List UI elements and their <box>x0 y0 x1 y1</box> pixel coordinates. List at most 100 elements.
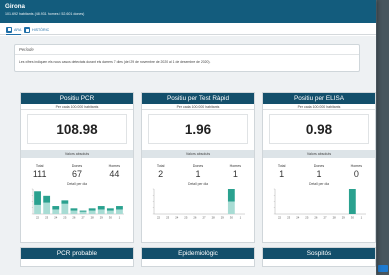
background-button[interactable] <box>378 265 388 272</box>
chart-bar <box>88 208 96 211</box>
tab-ara[interactable]: ARA <box>6 25 22 35</box>
stat-total: Total 111 <box>21 164 58 180</box>
x-tick-label: 27 <box>202 216 206 220</box>
x-tick-label: 30 <box>351 216 355 220</box>
card-subtitle: Per cada 100.000 habitants <box>142 104 254 110</box>
card-title: Sospitós <box>263 248 375 259</box>
rate-value: 108.98 <box>27 114 127 144</box>
daily-bar-chart: 22 23 24 25 26 27 28 29 30 1 <box>273 188 366 220</box>
chart-bar <box>79 211 87 214</box>
stats-row: Total 1 Dones 1 Homes 0 <box>263 164 375 180</box>
municipality-modal: Girona 101.692 habitants (48.931 homes i… <box>0 0 376 275</box>
chart-bar <box>70 208 78 211</box>
x-tick-label: 25 <box>184 216 188 220</box>
chart-bar <box>43 195 51 203</box>
card-positiu-test-rapid: Positiu per Test Ràpid Per cada 100.000 … <box>141 92 255 243</box>
chart-bar <box>79 210 87 212</box>
chart-bar <box>88 210 96 214</box>
x-tick-label: 22 <box>157 216 161 220</box>
card-positiu-pcr: Positiu PCR Per cada 100.000 habitants 1… <box>20 92 134 243</box>
x-tick-label: 26 <box>193 216 197 220</box>
chart-bar <box>70 210 78 214</box>
card-title: Positiu per Test Ràpid <box>142 93 254 104</box>
chart-bar <box>52 209 60 214</box>
x-tick-label: 29 <box>342 216 346 220</box>
card-positiu-elisa: Positiu per ELISA Per cada 100.000 habit… <box>262 92 376 243</box>
card-title: Positiu per ELISA <box>263 93 375 104</box>
tab-historic[interactable]: HISTÒRIC <box>24 25 49 35</box>
rate-value: 1.96 <box>148 114 248 144</box>
chart-bar <box>97 209 105 214</box>
stats-row: Total 111 Dones 67 Homes 44 <box>21 164 133 180</box>
chart-label: Detall per dia <box>188 182 208 186</box>
stat-value: 67 <box>71 169 82 179</box>
background-right-panel <box>377 0 389 275</box>
chart-bar <box>43 202 51 214</box>
x-tick-label: 23 <box>166 216 170 220</box>
x-tick-label: 28 <box>212 216 216 220</box>
x-tick-label: 22 <box>36 216 40 220</box>
x-tick-label: 30 <box>109 216 113 220</box>
chart-bar <box>116 206 123 210</box>
x-tick-label: 27 <box>323 216 327 220</box>
stat-value: 2 <box>158 169 164 179</box>
stat-value: 1 <box>316 169 322 179</box>
card-title: PCR probable <box>21 248 133 259</box>
chart-label: Detall per dia <box>309 182 329 186</box>
tab-label: HISTÒRIC <box>32 28 50 32</box>
x-tick-label: 25 <box>63 216 67 220</box>
stat-value: 1 <box>195 169 201 179</box>
x-tick-label: 26 <box>314 216 318 220</box>
stat-value: 111 <box>32 169 47 179</box>
x-tick-label: 29 <box>100 216 104 220</box>
stat-total: Total 2 <box>142 164 179 180</box>
absolute-values-header: Valors absoluts <box>142 150 254 158</box>
card-subtitle: Per cada 100.000 habitants <box>21 104 133 110</box>
x-tick-label: 29 <box>221 216 225 220</box>
modal-content: Període Les xifres indiquen els nous cas… <box>0 36 376 275</box>
chart-bar <box>61 203 69 214</box>
x-tick-label: 28 <box>333 216 337 220</box>
stat-dones: Dones 67 <box>59 164 96 180</box>
x-tick-label: 23 <box>45 216 49 220</box>
history-icon <box>24 27 30 33</box>
x-tick-label: 26 <box>72 216 76 220</box>
stat-dones: Dones 1 <box>180 164 217 180</box>
chart-bar <box>34 191 41 205</box>
stat-homes: Homes 44 <box>96 164 133 180</box>
period-text: Les xifres indiquen els nous casos detec… <box>19 60 211 64</box>
modal-title: Girona <box>5 3 25 10</box>
tab-label: ARA <box>14 27 22 32</box>
x-tick-label: 28 <box>91 216 95 220</box>
x-tick-label: 22 <box>278 216 282 220</box>
chart-bar <box>227 189 235 202</box>
daily-bar-chart: 22 23 24 25 26 27 28 29 30 1 <box>31 188 124 220</box>
daily-bar-chart: 22 23 24 25 26 27 28 29 30 1 <box>152 188 245 220</box>
stat-value: 1 <box>279 169 285 179</box>
chart-bar <box>52 206 60 210</box>
stat-homes: Homes 0 <box>338 164 375 180</box>
chart-bar <box>106 208 114 211</box>
x-tick-label: 1 <box>119 216 121 220</box>
chart-bar <box>106 210 114 214</box>
period-label: Període <box>15 45 359 55</box>
x-tick-label: 1 <box>361 216 363 220</box>
absolute-values-header: Valors absoluts <box>263 150 375 158</box>
chart-bar <box>34 204 41 214</box>
chart-bar <box>227 201 235 214</box>
x-tick-label: 24 <box>175 216 179 220</box>
chart-bar <box>116 209 123 214</box>
stats-row: Total 2 Dones 1 Homes 1 <box>142 164 254 180</box>
chart-label: Detall per dia <box>67 182 87 186</box>
stat-homes: Homes 1 <box>217 164 254 180</box>
stat-value: 44 <box>109 169 120 179</box>
stat-value: 0 <box>353 169 359 179</box>
modal-header: Girona 101.692 habitants (48.931 homes i… <box>0 0 376 23</box>
x-tick-label: 25 <box>305 216 309 220</box>
chart-bar <box>97 206 105 210</box>
modal-subtitle: 101.692 habitants (48.931 homes i 52.601… <box>5 12 85 16</box>
x-tick-label: 30 <box>230 216 234 220</box>
card-title: Positiu PCR <box>21 93 133 104</box>
card-epidemiologic: Epidemiològic <box>141 247 255 267</box>
x-tick-label: 24 <box>296 216 300 220</box>
